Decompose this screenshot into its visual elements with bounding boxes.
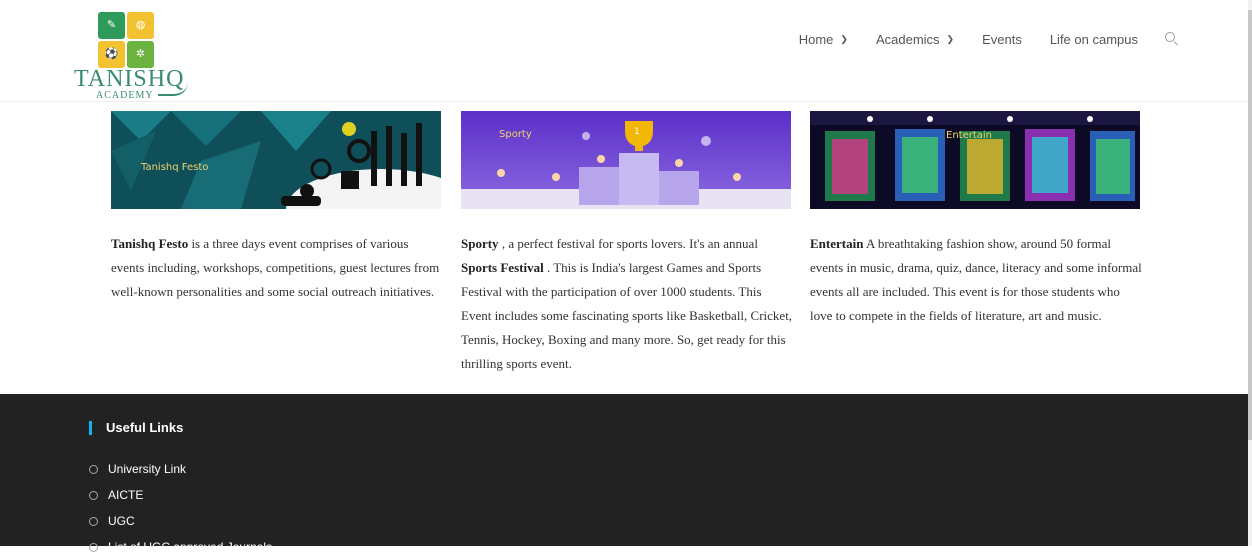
entertain-title: Entertain [810, 236, 864, 251]
footer-link-label: List of UGC approved Journals [108, 540, 273, 554]
sporty-text-b: . This is India's largest Games and Spor… [461, 260, 793, 371]
nav-item-life-on-campus[interactable]: Life on campus [1050, 32, 1138, 47]
sporty-image-label: Sporty [499, 129, 532, 140]
footer-link-aicte[interactable]: AICTE [89, 482, 272, 508]
circle-bullet-icon [89, 516, 98, 526]
event-card-festo: Tanishq Festo Tanishq Festo is a three d… [111, 111, 476, 299]
footer-useful-links-title: Useful Links [89, 421, 183, 435]
nav-label: Academics [875, 31, 940, 47]
festo-banner-image[interactable]: Tanishq Festo [111, 111, 476, 249]
globe-icon: ◍ [135, 19, 146, 31]
chevron-down-icon: ❯ [840, 33, 848, 44]
nav-item-home[interactable]: Home ❯ [799, 32, 848, 47]
festo-image-label: Tanishq Festo [140, 162, 208, 173]
entertain-description: Entertain A breathtaking fashion show, a… [810, 232, 1142, 328]
footer-link-university[interactable]: University Link [89, 456, 272, 482]
svg-text:1: 1 [634, 127, 640, 137]
sporty-title: Sporty [461, 236, 499, 251]
footer-links-list: University Link AICTE UGC List of UGC ap… [89, 456, 272, 560]
search-icon[interactable] [1164, 31, 1180, 47]
sporty-text-a: , a perfect festival for sports lovers. … [498, 236, 758, 251]
festo-title: Tanishq Festo [111, 236, 189, 251]
circle-bullet-icon [89, 542, 98, 552]
site-header: ✎ ◍ ⚽ ✲ TANISHQ ACADEMY Home ❯ Academics… [0, 0, 1252, 102]
nav-label: Home [798, 31, 834, 47]
event-card-entertain: Entertain Entertain A breathtaking fashi… [810, 111, 1142, 323]
entertain-image-label: Entertain [946, 130, 992, 141]
circle-bullet-icon [89, 464, 98, 474]
ball-icon: ⚽ [104, 48, 119, 60]
sporty-banner-image[interactable]: 1 Sporty [461, 111, 791, 209]
main-nav: Home ❯ Academics ❯ Events Life on campus [771, 31, 1180, 47]
entertain-banner-image[interactable]: Entertain [810, 111, 1140, 209]
logo-swoosh [158, 82, 188, 96]
pen-icon: ✎ [106, 19, 117, 31]
footer-link-ugc-journals[interactable]: List of UGC approved Journals [89, 534, 272, 560]
atom-icon: ✲ [135, 48, 146, 60]
brand-subtitle: ACADEMY [96, 90, 154, 101]
sporty-description: Sporty , a perfect festival for sports l… [461, 232, 793, 376]
nav-label: Life on campus [1049, 31, 1138, 47]
nav-item-events[interactable]: Events [982, 32, 1022, 47]
footer-link-label: AICTE [108, 488, 144, 502]
footer-link-ugc[interactable]: UGC [89, 508, 272, 534]
nav-item-academics[interactable]: Academics ❯ [876, 32, 954, 47]
event-card-sporty: 1 Sporty Sporty , a perfect festival for… [461, 111, 793, 371]
sports-festival-bold: Sports Festival [461, 260, 544, 275]
puzzle-logo-icon: ✎ ◍ ⚽ ✲ [98, 12, 154, 68]
page-scrollbar[interactable] [1248, 0, 1252, 546]
footer-link-label: UGC [108, 514, 135, 528]
festo-description: Tanishq Festo is a three days event comp… [111, 232, 443, 304]
circle-bullet-icon [89, 490, 98, 500]
nav-label: Events [982, 31, 1022, 47]
site-footer: Useful Links University Link AICTE UGC L… [0, 394, 1252, 554]
site-logo[interactable]: ✎ ◍ ⚽ ✲ TANISHQ ACADEMY [74, 8, 194, 101]
scrollbar-thumb[interactable] [1248, 10, 1252, 440]
footer-link-label: University Link [108, 462, 187, 476]
chevron-down-icon: ❯ [946, 33, 955, 44]
